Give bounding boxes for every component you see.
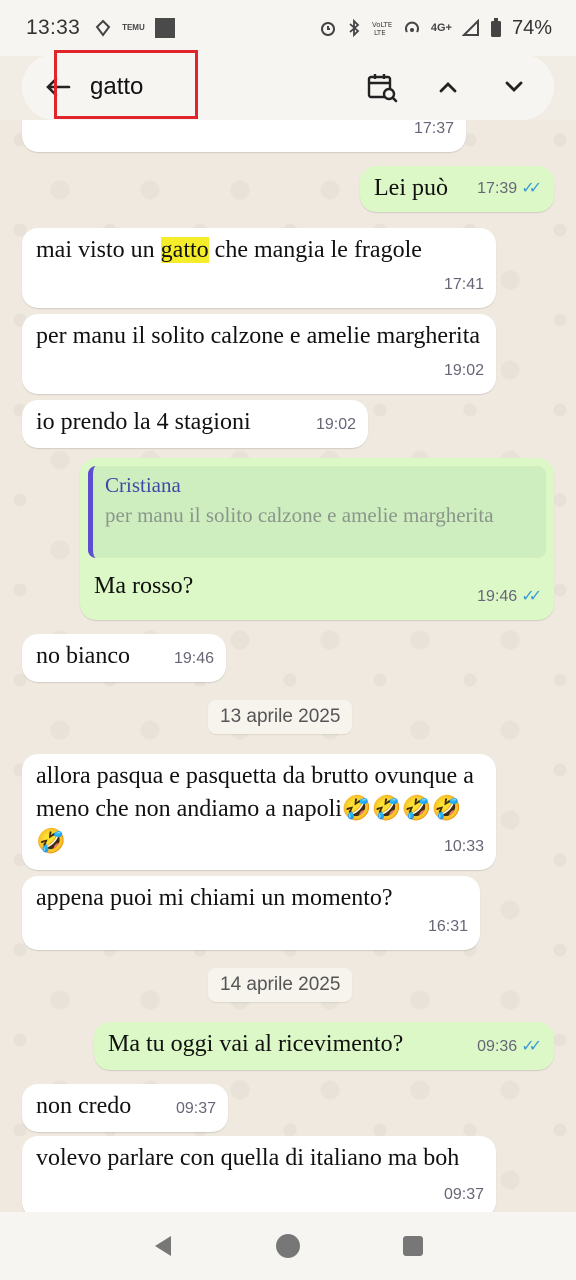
volte-icon: VoLTE LTE [371,19,393,37]
message-text-part: che mangia le fragole [208,237,422,263]
message-time: 10:33 [443,838,484,855]
message-bubble-outgoing[interactable]: Ma tu oggi vai al ricevimento? 09:36 ✓✓ [94,1022,554,1070]
message-bubble-outgoing-reply[interactable]: Cristiana per manu il solito calzone e a… [80,458,554,620]
date-separator: 13 aprile 2025 [208,700,353,734]
date-separator: 14 aprile 2025 [208,968,353,1002]
status-right: VoLTE LTE 4G+ 74% [319,17,552,40]
message-bubble[interactable]: io prendo la 4 stagioni 19:02 [22,400,368,448]
message-text: appena puoi mi chiami un momento? [36,885,393,911]
search-by-date-button[interactable] [360,65,404,109]
message-bubble[interactable]: volevo parlare con quella di italiano ma… [22,1136,496,1212]
message-time: 17:37 [413,120,454,137]
bluetooth-icon [347,19,361,37]
search-match-highlight: gatto [160,237,209,263]
message-text: no bianco [36,643,130,669]
alarm-icon [319,19,337,37]
chevron-down-icon [505,81,523,92]
message-text: per manu il solito calzone e amelie marg… [36,323,481,349]
arrow-left-icon [46,77,71,97]
message-time: 09:37 [443,1186,484,1203]
nav-back-button[interactable] [143,1226,183,1266]
message-meta: 09:36 ✓✓ [477,1030,542,1063]
calendar-search-icon [367,74,398,103]
message-time: 19:02 [443,362,484,379]
message-text: non credo [36,1093,132,1119]
next-result-button[interactable] [492,65,536,109]
message-text: io prendo la 4 stagioni [36,409,251,435]
previous-result-button[interactable] [426,65,470,109]
battery-icon [490,18,502,38]
status-time: 13:33 [26,16,81,39]
message-text: Ma rosso? [94,573,194,599]
message-time: 09:37 [175,1100,216,1117]
search-actions [360,65,536,109]
message-time: 17:41 [443,276,484,293]
quoted-message[interactable]: Cristiana per manu il solito calzone e a… [88,466,546,558]
double-check-icon: ✓✓ [521,588,542,605]
home-circle-icon [275,1234,300,1258]
message-time: 09:36 [477,1038,518,1055]
message-text: mai visto un gatto che mangia le fragole [36,237,422,263]
search-bar [22,54,554,120]
double-check-icon: ✓✓ [521,1038,542,1055]
quote-text: per manu il solito calzone e amelie marg… [105,503,494,527]
message-text-part: mai visto un [36,237,161,263]
message-time: 19:02 [315,416,356,433]
message-bubble[interactable]: mai visto un gatto che mangia le fragole… [22,228,496,308]
message-meta: 17:39 ✓✓ [477,172,542,205]
nav-recents-button[interactable] [393,1226,433,1266]
message-text: Lei può [374,175,448,201]
message-text: Ma tu oggi vai al ricevimento? [108,1031,404,1057]
network-type-icon: 4G+ [430,22,452,34]
search-input[interactable] [90,73,290,101]
message-text: volevo parlare con quella di italiano ma… [36,1145,460,1171]
signal-icon [461,19,480,37]
message-time: 17:39 [477,180,518,197]
back-triangle-icon [154,1236,171,1256]
chat-conversation[interactable]: 17:37 Lei può 17:39 ✓✓ mai visto un gatt… [0,120,576,1212]
message-bubble[interactable]: per manu il solito calzone e amelie marg… [22,314,496,394]
svg-text:VoLTE: VoLTE [372,21,392,29]
quote-author: Cristiana [105,473,181,497]
hotspot-icon [403,19,421,37]
temu-icon: TEMU [122,23,145,32]
message-time: 16:31 [427,918,468,935]
double-check-icon: ✓✓ [521,180,542,197]
navigation-bar [0,1212,576,1280]
message-time: 19:46 [477,588,518,605]
app-notification-icon [94,19,112,37]
back-button[interactable] [40,69,76,105]
status-bar: 13:33 TEMU VoLTE LTE 4G+ 74% [0,0,576,56]
message-bubble[interactable]: no bianco 19:46 [22,634,226,682]
message-text: allora pasqua e pasquetta da brutto ovun… [36,763,474,855]
message-bubble[interactable]: non credo 09:37 [22,1084,228,1132]
message-time: 19:46 [173,650,214,667]
battery-percent: 74% [511,16,552,39]
recents-square-icon [403,1236,424,1256]
message-meta: 19:46 ✓✓ [477,580,542,613]
gallery-icon [154,18,175,38]
message-bubble[interactable]: 17:37 [22,120,466,152]
message-bubble[interactable]: allora pasqua e pasquetta da brutto ovun… [22,754,496,870]
message-bubble[interactable]: appena puoi mi chiami un momento? 16:31 [22,876,480,950]
chevron-up-icon [439,82,457,93]
message-bubble-outgoing[interactable]: Lei può 17:39 ✓✓ [360,166,554,212]
svg-text:LTE: LTE [374,29,386,37]
status-left-icons: TEMU [94,18,175,38]
nav-home-button[interactable] [268,1226,308,1266]
